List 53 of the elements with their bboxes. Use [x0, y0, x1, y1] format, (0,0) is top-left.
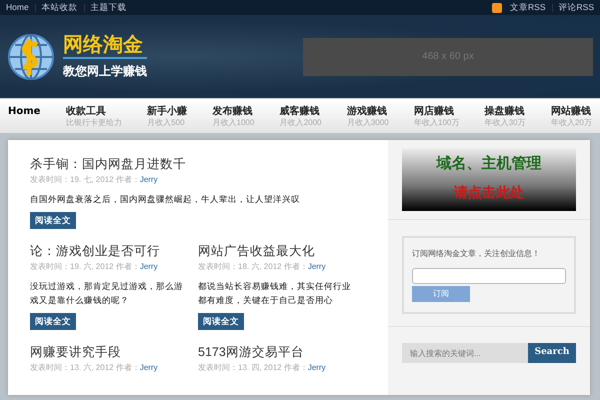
rss-link[interactable]: 评论RSS [558, 1, 594, 14]
author-link[interactable]: Jerry [140, 362, 158, 372]
nav-subtitle: 月收入500 [147, 118, 186, 126]
post-title[interactable]: 网赚要讲究手段 [30, 344, 184, 360]
post-title[interactable]: 网站广告收益最大化 [198, 242, 352, 259]
post-excerpt: 没玩过游戏，那肯定见过游戏，那么游戏又是靠什么赚钱的呢？ [30, 280, 184, 307]
author-link[interactable]: Jerry [308, 262, 326, 271]
post-title[interactable]: 论：游戏创业是否可行 [30, 242, 184, 259]
globe-dollar-logo-icon [7, 32, 55, 80]
banner-ad[interactable]: 域名、主机管理 请点击此处 [402, 148, 576, 211]
top-link[interactable]: Home [6, 1, 29, 14]
nav-subtitle: 比银行卡更给力 [66, 118, 122, 126]
nav-item[interactable]: 网站赚钱 [550, 106, 592, 118]
search-button[interactable]: Search [528, 343, 576, 363]
author-link[interactable]: Jerry [140, 262, 158, 271]
logo-slogan: 教您网上学赚钱 [63, 62, 147, 80]
post-meta: 发表时间：19. 六, 2012 作者： [30, 262, 140, 271]
post-title[interactable]: 5173网游交易平台 [198, 344, 352, 360]
nav-subtitle: 月收入3000 [346, 118, 389, 126]
nav-item[interactable]: 威客赚钱 [280, 106, 322, 118]
banner-text: 请点击此处 [452, 184, 525, 202]
email-field[interactable] [412, 268, 566, 284]
nav-item[interactable]: 网店赚钱 [414, 106, 460, 118]
post-title[interactable]: 杀手锏：国内网盘月进数千 [30, 156, 366, 172]
top-link[interactable]: 本站收款 [42, 1, 78, 14]
read-more-button[interactable]: 阅读全文 [30, 312, 76, 330]
author-link[interactable]: Jerry [140, 175, 158, 184]
subscribe-text: 订阅网络淘金文章，关注创业信息！ [412, 248, 541, 260]
read-more-button[interactable]: 阅读全文 [30, 212, 76, 229]
post-meta: 发表时间：18. 六, 2012 作者： [198, 262, 308, 271]
rss-link[interactable]: 文章RSS [510, 1, 546, 14]
nav-subtitle: 年收入100万 [414, 118, 460, 126]
nav-subtitle: 月收入1000 [212, 118, 254, 126]
read-more-button[interactable]: 阅读全文 [198, 312, 244, 330]
nav-item[interactable]: 游戏赚钱 [346, 106, 389, 118]
top-link[interactable]: 主题下载 [90, 1, 127, 14]
post-meta: 发表时间：19. 七, 2012 作者： [30, 175, 140, 184]
search-field[interactable]: 输入搜索的关键词... [402, 343, 528, 363]
nav-item[interactable]: Home [8, 106, 40, 118]
author-link[interactable]: Jerry [308, 362, 326, 372]
nav-item[interactable]: 发布赚钱 [212, 106, 254, 118]
post-excerpt: 都说当站长容易赚钱难，其实任何行业都有难度，关键在于自己是否用心 [198, 280, 352, 307]
logo-title: 网络淘金 [63, 34, 147, 58]
nav-item[interactable]: 操盘赚钱 [484, 106, 526, 118]
post-meta: 发表时间：13. 四, 2012 作者： [198, 362, 308, 372]
post-excerpt: 自国外网盘衰落之后，国内网盘骤然崛起，牛人辈出，让人望洋兴叹 [30, 193, 301, 206]
nav-item[interactable]: 新手小赚 [147, 106, 188, 118]
banner-text: 域名、主机管理 [435, 153, 542, 174]
nav-subtitle: 年收入30万 [484, 118, 526, 126]
nav-subtitle: 年收入20万 [550, 118, 592, 126]
nav-subtitle: 月收入2000 [280, 118, 322, 126]
post-meta: 发表时间：13. 六, 2012 作者： [30, 362, 140, 372]
nav-item[interactable]: 收款工具 [66, 106, 122, 118]
